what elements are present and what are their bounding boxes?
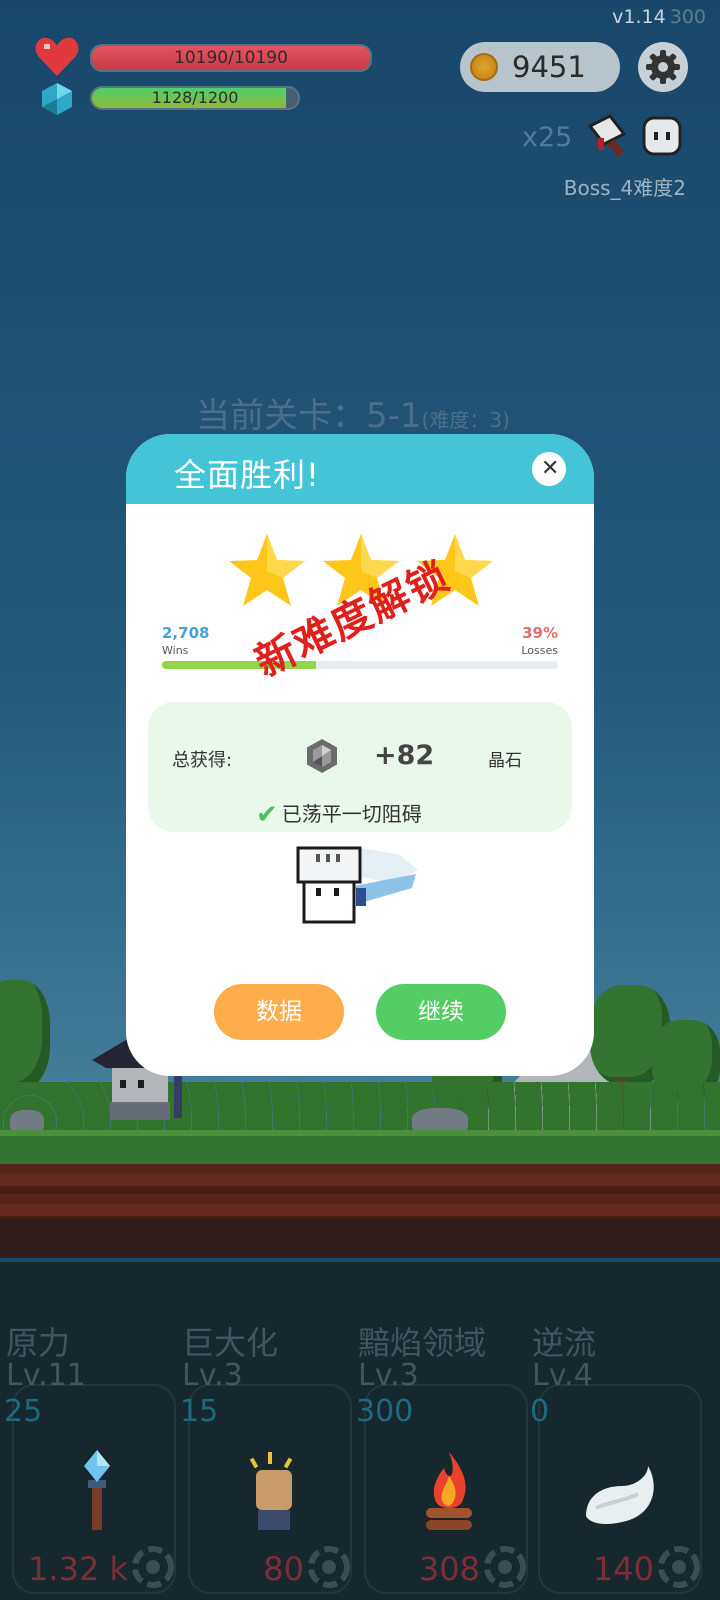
skill-level: Lv.4 (532, 1358, 593, 1393)
skill-force[interactable]: 原力 Lv.11 25 1.32 k (0, 1318, 176, 1600)
coin-counter: 9451 (460, 42, 620, 92)
wins-value: 2,708 (162, 624, 210, 642)
cleaver-icon (587, 114, 627, 157)
tree (0, 980, 50, 1090)
data-button[interactable]: 数据 (214, 984, 344, 1040)
skill-count: 25 (4, 1394, 43, 1429)
wing-icon (586, 1466, 654, 1524)
crystal-torch-icon (84, 1450, 110, 1530)
star-icon (229, 534, 305, 606)
cleared-message: ✔ 已荡平一切阻碍 (256, 800, 422, 830)
grass-strip (0, 1130, 720, 1164)
hp-text: 10190/10190 (174, 48, 288, 68)
losses-value: 39% (522, 624, 558, 642)
boss-multiplier: x25 (522, 122, 573, 153)
close-icon: ✕ (541, 455, 560, 480)
stage-difficulty: (难度：3) (421, 408, 510, 432)
skill-dark-flame-field[interactable]: 黯焰领域 Lv.3 300 308 (352, 1318, 528, 1600)
coin-icon (470, 53, 498, 81)
reward-value: +82 (374, 740, 435, 771)
settings-button[interactable] (638, 42, 688, 92)
skill-cost: 1.32 k (28, 1550, 128, 1588)
dirt-bottom (0, 1218, 720, 1258)
skill-count: 15 (180, 1394, 219, 1429)
checkmark-icon: ✔ (256, 800, 278, 830)
skill-count: 300 (356, 1394, 414, 1429)
campfire-icon (426, 1452, 472, 1530)
skill-giant[interactable]: 巨大化 Lv.3 15 80 (176, 1318, 352, 1600)
losses-label: Losses (521, 644, 558, 657)
reward-label: 总获得: (172, 750, 233, 771)
mana-crystal-icon (42, 83, 72, 115)
current-stage-label: 当前关卡：5-1(难度：3) (196, 396, 510, 436)
mana-text: 1128/1200 (151, 88, 239, 107)
skill-level: Lv.3 (358, 1358, 419, 1393)
close-button[interactable]: ✕ (532, 452, 566, 486)
win-ratio-bar (162, 661, 558, 669)
skill-counterflow[interactable]: 逆流 Lv.4 0 140 (526, 1318, 702, 1600)
continue-button[interactable]: 继续 (376, 984, 506, 1040)
skill-level: Lv.3 (182, 1358, 243, 1393)
knight-reward-sprite (296, 846, 418, 924)
upgrade-spin-icon[interactable] (130, 1544, 176, 1590)
hp-bar: 10190/10190 (90, 44, 372, 72)
reward-unit: 晶石 (488, 751, 522, 771)
coin-value: 9451 (512, 50, 586, 84)
boss-difficulty-label: Boss_4难度2 (563, 176, 686, 200)
wins-label: Wins (162, 644, 189, 657)
reward-panel: 总获得: +82 晶石 ✔ 已荡平一切阻碍 (148, 702, 572, 832)
mana-bar: 1128/1200 (90, 86, 300, 110)
skill-level: Lv.11 (6, 1358, 86, 1393)
heart-icon (35, 37, 79, 76)
gear-icon (646, 50, 680, 84)
version-label: v1.14 300 (612, 6, 706, 28)
dialog-title: 全面胜利! (174, 456, 320, 494)
fps-counter: 300 (669, 6, 706, 28)
upgrade-spin-icon[interactable] (656, 1544, 702, 1590)
ghost-boss-icon (642, 116, 682, 156)
victory-dialog: 全面胜利! ✕ 2,708 Wins 39% Losses 总获得: +82 晶 (126, 434, 594, 1076)
crystal-icon (307, 739, 337, 773)
skill-count: 0 (530, 1394, 550, 1429)
upgrade-spin-icon[interactable] (482, 1544, 528, 1590)
upgrade-spin-icon[interactable] (306, 1544, 352, 1590)
skill-cost: 308 (418, 1550, 480, 1588)
skill-cost: 140 (592, 1550, 654, 1588)
dialog-header: 全面胜利! ✕ (126, 434, 594, 504)
fist-icon (249, 1452, 293, 1530)
skill-cost: 80 (263, 1550, 304, 1588)
